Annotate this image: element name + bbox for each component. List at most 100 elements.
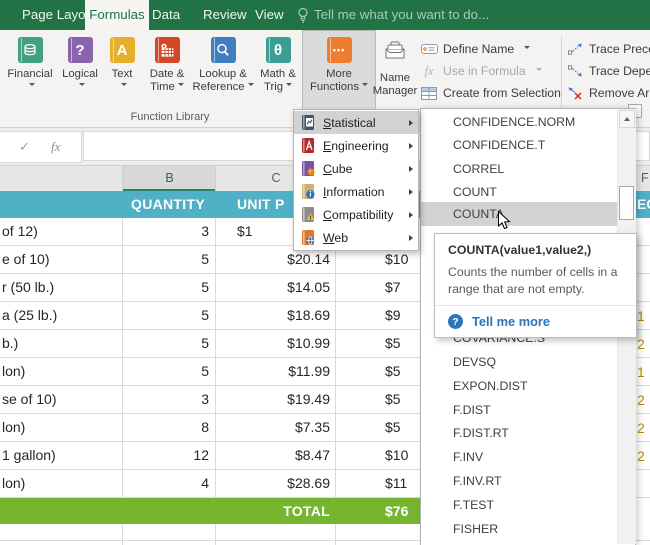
function-library-group-label: Function Library xyxy=(0,111,340,123)
quantity-cell[interactable]: 3 xyxy=(123,386,209,413)
item-cell[interactable]: of 12) xyxy=(2,218,38,245)
financial-button[interactable]: Financial xyxy=(2,30,58,122)
total-label-cell[interactable]: TOTAL xyxy=(216,498,330,524)
quantity-cell[interactable]: 4 xyxy=(123,470,209,497)
quantity-cell[interactable]: 12 xyxy=(123,442,209,469)
total-cell-fragment[interactable]: $5 xyxy=(385,386,401,413)
item-cell[interactable]: lon) xyxy=(2,358,25,385)
enter-check-icon[interactable]: ✓ xyxy=(19,132,30,162)
menu-item-information[interactable]: Information xyxy=(294,180,418,203)
f-column-digit[interactable]: 2 xyxy=(637,386,645,414)
function-item[interactable]: CONFIDENCE.NORM xyxy=(453,110,575,134)
f-column-digit[interactable]: 1 xyxy=(637,302,645,330)
fx-icon: fx xyxy=(420,64,438,79)
function-item[interactable]: CORREL xyxy=(453,157,504,181)
trace-dependents-button[interactable]: Trace Depe xyxy=(566,61,650,81)
use-in-formula-button[interactable]: fx Use in Formula xyxy=(420,61,542,81)
header-cell-unit-price[interactable]: UNIT P xyxy=(237,191,285,218)
function-item[interactable]: FISHER xyxy=(453,517,498,541)
unit-price-cell[interactable]: $14.05 xyxy=(216,274,330,301)
create-from-selection-button[interactable]: Create from Selection xyxy=(420,83,561,103)
total-cell-fragment[interactable]: $5 xyxy=(385,414,401,441)
quantity-cell[interactable]: 3 xyxy=(123,218,209,245)
item-cell[interactable]: 1 gallon) xyxy=(2,442,56,469)
tab-view[interactable]: View xyxy=(255,0,284,30)
function-item[interactable]: COUNT xyxy=(453,180,497,204)
trace-precedents-button[interactable]: Trace Prece xyxy=(566,39,650,59)
f-column-digit[interactable]: 1 xyxy=(637,358,645,386)
unit-price-cell[interactable]: $1 xyxy=(237,218,253,245)
quantity-cell[interactable]: 5 xyxy=(123,246,209,273)
item-cell[interactable]: lon) xyxy=(2,414,25,441)
f-column-digit[interactable]: 2 xyxy=(637,414,645,442)
web-icon xyxy=(299,229,316,246)
total-cell-fragment[interactable]: $10 xyxy=(385,442,408,469)
total-cell-fragment[interactable]: $5 xyxy=(385,330,401,357)
menu-label: Information xyxy=(323,185,385,199)
item-cell[interactable]: r (50 lb.) xyxy=(2,274,54,301)
item-cell[interactable]: b.) xyxy=(2,330,18,357)
tooltip-description: Counts the number of cells in a range th… xyxy=(448,264,626,297)
menu-item-engineering[interactable]: Engineering xyxy=(294,134,418,157)
define-name-button[interactable]: Define Name xyxy=(420,39,530,59)
unit-price-cell[interactable]: $11.99 xyxy=(216,358,330,385)
total-value-fragment[interactable]: $76 xyxy=(385,498,408,524)
menu-item-web[interactable]: Web xyxy=(294,226,418,249)
trace-precedents-icon xyxy=(566,43,584,55)
function-item[interactable]: DEVSQ xyxy=(453,350,496,374)
logical-book-icon: ? xyxy=(68,37,93,63)
column-header-b[interactable]: B xyxy=(123,166,216,191)
unit-price-cell[interactable]: $28.69 xyxy=(216,470,330,497)
tab-formulas[interactable]: Formulas xyxy=(85,0,149,30)
tab-review[interactable]: Review xyxy=(203,0,247,30)
menu-item-compatibility[interactable]: Compatibility xyxy=(294,203,418,226)
total-cell-fragment[interactable]: $11 xyxy=(385,470,407,497)
unit-price-cell[interactable]: $7.35 xyxy=(216,414,330,441)
item-cell[interactable]: se of 10) xyxy=(2,386,56,413)
f-column-digit[interactable]: 2 xyxy=(637,442,645,470)
quantity-cell[interactable]: 8 xyxy=(123,414,209,441)
function-item[interactable]: CONFIDENCE.T xyxy=(453,133,545,157)
item-cell[interactable]: lon) xyxy=(2,470,25,497)
menu-item-statistical[interactable]: Statistical xyxy=(294,111,418,134)
total-cell-fragment[interactable]: $9 xyxy=(385,302,401,329)
unit-price-cell[interactable]: $8.47 xyxy=(216,442,330,469)
lookup-reference-button[interactable]: Lookup & Reference xyxy=(192,30,254,122)
quantity-cell[interactable]: 5 xyxy=(123,274,209,301)
function-item[interactable]: EXPON.DIST xyxy=(453,374,527,398)
unit-price-cell[interactable]: $18.69 xyxy=(216,302,330,329)
scrollbar-thumb[interactable] xyxy=(619,186,634,220)
quantity-cell[interactable]: 5 xyxy=(123,358,209,385)
function-item[interactable]: F.DIST.RT xyxy=(453,421,509,445)
function-item[interactable]: F.INV.RT xyxy=(453,469,502,493)
math-trig-book-icon: θ xyxy=(266,37,291,63)
f-column-digit[interactable]: 2 xyxy=(637,330,645,358)
scroll-up-button[interactable] xyxy=(619,110,635,128)
function-item[interactable]: F.DIST xyxy=(453,398,491,422)
item-cell[interactable]: e of 10) xyxy=(2,246,49,273)
logical-button[interactable]: ? Logical xyxy=(58,30,102,122)
tell-me-search[interactable]: Tell me what you want to do... xyxy=(314,0,489,30)
tell-me-more-link[interactable]: Tell me more xyxy=(472,314,550,329)
total-cell-fragment[interactable]: $5 xyxy=(385,358,401,385)
text-button[interactable]: A Text xyxy=(102,30,142,122)
quantity-cell[interactable]: 5 xyxy=(123,302,209,329)
column-header-f[interactable]: F xyxy=(636,166,650,191)
define-name-tag-icon xyxy=(420,43,438,55)
item-cell[interactable]: a (25 lb.) xyxy=(2,302,57,329)
menu-item-cube[interactable]: Cube xyxy=(294,157,418,180)
header-cell-f-fragment[interactable]: EC xyxy=(637,191,650,218)
quantity-cell[interactable]: 5 xyxy=(123,330,209,357)
remove-arrows-button[interactable]: Remove Ar xyxy=(566,83,649,103)
function-item[interactable]: F.TEST xyxy=(453,493,494,517)
insert-function-fx-icon[interactable]: fx xyxy=(51,132,60,162)
date-time-button[interactable]: Date & Time xyxy=(142,30,192,122)
unit-price-cell[interactable]: $10.99 xyxy=(216,330,330,357)
help-circle-icon[interactable]: ? xyxy=(448,314,463,329)
function-item[interactable]: F.INV xyxy=(453,445,483,469)
total-cell-fragment[interactable]: $7 xyxy=(385,274,401,301)
header-cell-quantity[interactable]: QUANTITY xyxy=(121,191,215,218)
remove-arrows-icon xyxy=(566,87,584,100)
tab-data[interactable]: Data xyxy=(152,0,180,30)
unit-price-cell[interactable]: $19.49 xyxy=(216,386,330,413)
